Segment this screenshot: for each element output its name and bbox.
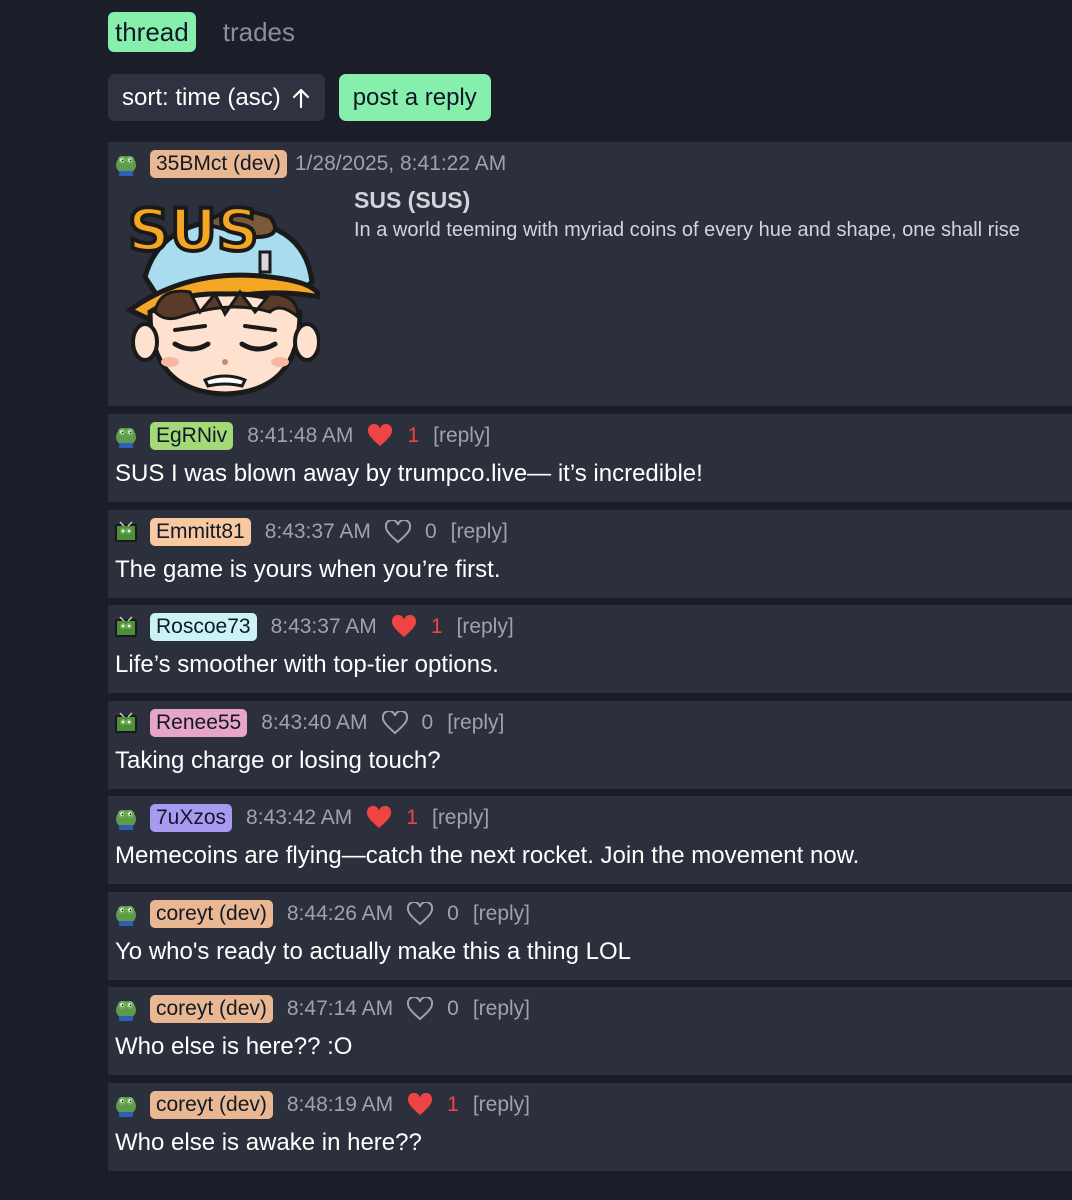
like-count: 1 — [407, 424, 420, 447]
frog-icon — [116, 810, 136, 830]
like-count: 1 — [447, 1093, 459, 1116]
frog-icon — [116, 906, 136, 926]
post-header: 35BMct (dev) 1/28/2025, 8:41:22 AM — [114, 150, 520, 178]
reply-text: Who else is here?? :O — [115, 1033, 353, 1060]
frog-icon — [116, 428, 136, 448]
coin-title: SUS (SUS) — [354, 187, 471, 213]
like-count: 1 — [430, 615, 443, 638]
coin-image-text: SUS — [128, 196, 259, 264]
reply-header: coreyt (dev) 8:47:14 AM 0 [reply] — [114, 995, 530, 1023]
frog-icon — [116, 1001, 136, 1021]
username-badge[interactable]: Renee55 — [150, 709, 248, 737]
reply-item: coreyt (dev) 8:44:26 AM 0 [reply] Yo who's r… — [108, 892, 1072, 980]
reply-timestamp: 8:48:19 AM — [286, 1093, 394, 1116]
reply-timestamp: 8:47:14 AM — [286, 997, 394, 1020]
sort-button[interactable]: sort: time (asc) — [108, 74, 325, 121]
like-count: 1 — [406, 806, 418, 829]
username-badge[interactable]: EgRNiv — [150, 422, 234, 450]
reply-text: Taking charge or losing touch? — [115, 747, 441, 774]
reply-item: EgRNiv 8:41:48 AM 1 [reply] SUS I was blown … — [108, 414, 1072, 502]
heart-outline-icon[interactable] — [381, 711, 408, 735]
reply-text: Yo who's ready to actually make this a t… — [115, 938, 631, 965]
heart-filled-icon[interactable] — [367, 424, 393, 448]
reply-item: 7uXzos 8:43:42 AM 1 [reply] Memecoins are fl… — [108, 796, 1072, 884]
thread-tabs: thread trades — [108, 12, 302, 52]
username-badge[interactable]: coreyt (dev) — [150, 900, 273, 928]
reply-text: The game is yours when you’re first. — [115, 556, 501, 583]
reply-link[interactable]: [reply] — [447, 711, 504, 735]
reply-text: SUS I was blown away by trumpco.live— it… — [115, 460, 703, 487]
username-badge[interactable]: 35BMct (dev) — [150, 150, 287, 178]
heart-outline-icon[interactable] — [384, 520, 411, 544]
reply-header: EgRNiv 8:41:48 AM 1 [reply] — [114, 422, 490, 450]
reply-header: Roscoe73 8:43:37 AM 1 [reply] — [114, 613, 514, 641]
reply-link[interactable]: [reply] — [451, 520, 508, 544]
username-badge[interactable]: coreyt (dev) — [150, 1091, 273, 1119]
tab-thread[interactable]: thread — [108, 12, 196, 52]
reply-header: Renee55 8:43:40 AM 0 [reply] — [114, 709, 504, 737]
reply-item: coreyt (dev) 8:47:14 AM 0 [reply] Who else i… — [108, 987, 1072, 1075]
reply-header: 7uXzos 8:43:42 AM 1 [reply] — [114, 804, 489, 832]
reply-text: Memecoins are flying—catch the next rock… — [115, 842, 860, 869]
reply-timestamp: 8:43:37 AM — [270, 615, 377, 638]
username-badge[interactable]: Emmitt81 — [150, 518, 251, 546]
reply-timestamp: 8:44:26 AM — [286, 902, 394, 925]
frog-icon — [116, 156, 136, 176]
post-reply-button[interactable]: post a reply — [338, 74, 491, 121]
post-timestamp: 1/28/2025, 8:41:22 AM — [294, 152, 507, 175]
like-count: 0 — [447, 997, 459, 1020]
reply-link[interactable]: [reply] — [457, 615, 514, 639]
heart-outline-icon[interactable] — [407, 997, 434, 1021]
heart-filled-icon[interactable] — [407, 1093, 433, 1117]
reply-timestamp: 8:43:37 AM — [264, 520, 371, 543]
heart-filled-icon[interactable] — [391, 615, 417, 639]
reply-link[interactable]: [reply] — [473, 997, 530, 1021]
reply-link[interactable]: [reply] — [433, 424, 490, 448]
like-count: 0 — [447, 902, 459, 925]
coin-description: In a world teeming with myriad coins of … — [354, 219, 1020, 241]
like-count: 0 — [421, 711, 434, 734]
reply-text: Who else is awake in here?? — [115, 1129, 422, 1156]
reply-timestamp: 8:41:48 AM — [247, 424, 354, 447]
heart-filled-icon[interactable] — [366, 806, 392, 830]
tv-frog-icon — [115, 712, 137, 733]
arrow-up-icon — [292, 88, 309, 108]
reply-timestamp: 8:43:40 AM — [261, 711, 368, 734]
reply-header: coreyt (dev) 8:44:26 AM 0 [reply] — [114, 900, 530, 928]
reply-item: Roscoe73 8:43:37 AM 1 [reply] Life’s smoothe… — [108, 605, 1072, 693]
tv-frog-icon — [115, 616, 137, 637]
original-post: 35BMct (dev) 1/28/2025, 8:41:22 AM SUS S… — [108, 142, 1072, 406]
thread-controls: sort: time (asc) post a reply — [108, 74, 491, 121]
reply-text: Life’s smoother with top-tier options. — [115, 651, 499, 678]
tab-trades[interactable]: trades — [216, 12, 302, 52]
reply-item: Emmitt81 8:43:37 AM 0 [reply] The game is yo… — [108, 510, 1072, 598]
reply-timestamp: 8:43:42 AM — [246, 806, 353, 829]
like-count: 0 — [424, 520, 437, 543]
reply-item: Renee55 8:43:40 AM 0 [reply] Taking charge o… — [108, 701, 1072, 789]
reply-link[interactable]: [reply] — [432, 806, 489, 830]
reply-header: Emmitt81 8:43:37 AM 0 [reply] — [114, 518, 508, 546]
reply-header: coreyt (dev) 8:48:19 AM 1 [reply] — [114, 1091, 530, 1119]
coin-image: SUS — [125, 194, 320, 397]
username-badge[interactable]: coreyt (dev) — [150, 995, 273, 1023]
username-badge[interactable]: 7uXzos — [150, 804, 233, 832]
username-badge[interactable]: Roscoe73 — [150, 613, 257, 641]
reply-item: coreyt (dev) 8:48:19 AM 1 [reply] Who else i… — [108, 1083, 1072, 1171]
sort-label: sort: time (asc) — [122, 83, 281, 111]
reply-link[interactable]: [reply] — [473, 1093, 530, 1117]
frog-icon — [116, 1097, 136, 1117]
tv-frog-icon — [115, 521, 137, 542]
heart-outline-icon[interactable] — [407, 902, 434, 926]
reply-link[interactable]: [reply] — [473, 902, 530, 926]
